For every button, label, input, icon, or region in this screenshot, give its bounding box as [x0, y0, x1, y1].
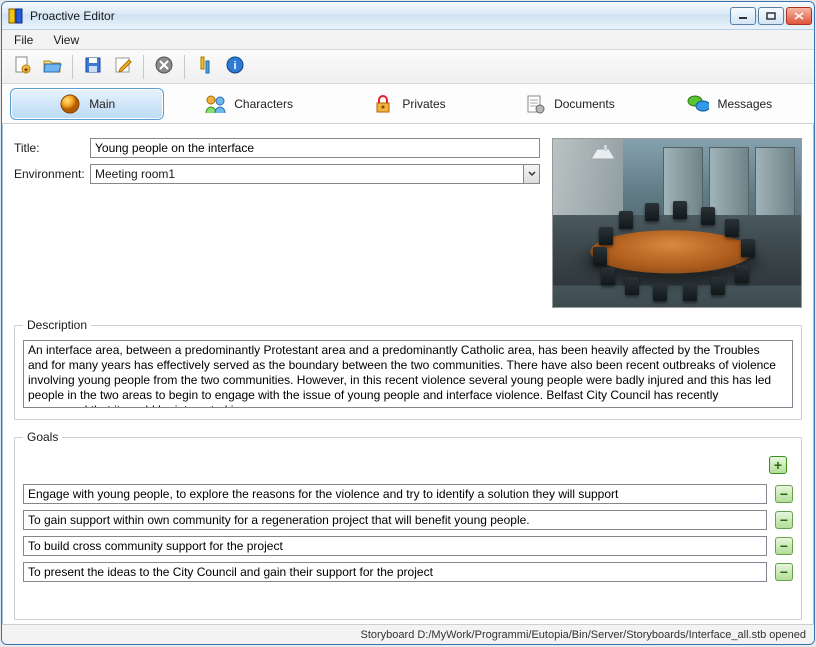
open-button[interactable]	[38, 53, 66, 81]
tab-characters[interactable]: Characters	[172, 88, 324, 120]
tab-label: Main	[89, 97, 115, 111]
app-window: Proactive Editor File View ★ i Main Char…	[1, 1, 815, 645]
people-icon	[204, 93, 226, 115]
tab-label: Messages	[717, 97, 772, 111]
lock-icon	[372, 93, 394, 115]
info-icon: i	[225, 55, 245, 78]
minus-icon: −	[780, 513, 788, 527]
tab-main[interactable]: Main	[10, 88, 164, 120]
svg-text:★: ★	[23, 66, 29, 74]
toolbar-separator	[143, 55, 144, 79]
minimize-button[interactable]	[730, 7, 756, 25]
toolbar-separator	[184, 55, 185, 79]
minus-icon: −	[780, 487, 788, 501]
title-label: Title:	[14, 141, 84, 155]
maximize-button[interactable]	[758, 7, 784, 25]
app-icon	[8, 8, 24, 24]
edit-button[interactable]	[109, 53, 137, 81]
nav-tabs: Main Characters Privates Documents Messa…	[2, 84, 814, 124]
settings-button[interactable]	[191, 53, 219, 81]
new-file-icon: ★	[12, 55, 32, 78]
menu-file[interactable]: File	[6, 31, 41, 49]
minus-icon: −	[780, 539, 788, 553]
toolbar-separator	[72, 55, 73, 79]
chat-icon	[687, 93, 709, 115]
plus-icon: +	[774, 458, 782, 472]
tab-label: Characters	[234, 97, 293, 111]
titlebar: Proactive Editor	[2, 2, 814, 30]
goal-row: −	[23, 562, 793, 582]
toolbar: ★ i	[2, 50, 814, 84]
environment-preview	[552, 138, 802, 308]
tab-label: Privates	[402, 97, 445, 111]
save-button[interactable]	[79, 53, 107, 81]
goal-input[interactable]	[23, 562, 767, 582]
goal-row: −	[23, 484, 793, 504]
goal-row: −	[23, 536, 793, 556]
description-legend: Description	[23, 318, 91, 332]
goal-remove-button[interactable]: −	[775, 511, 793, 529]
goal-input[interactable]	[23, 510, 767, 530]
goal-remove-button[interactable]: −	[775, 563, 793, 581]
tab-documents[interactable]: Documents	[493, 88, 645, 120]
main-content: Title: Environment: Meeting room1	[2, 124, 814, 624]
goals-fieldset: Goals + − − − −	[14, 430, 802, 620]
cancel-icon	[154, 55, 174, 78]
goal-input[interactable]	[23, 536, 767, 556]
chevron-down-icon[interactable]	[523, 165, 539, 183]
goal-input[interactable]	[23, 484, 767, 504]
minus-icon: −	[780, 565, 788, 579]
description-fieldset: Description	[14, 318, 802, 420]
tab-privates[interactable]: Privates	[333, 88, 485, 120]
title-input[interactable]	[90, 138, 540, 158]
goal-row: −	[23, 510, 793, 530]
edit-icon	[113, 55, 133, 78]
document-icon	[524, 93, 546, 115]
status-text: Storyboard D:/MyWork/Programmi/Eutopia/B…	[361, 629, 807, 641]
tab-messages[interactable]: Messages	[654, 88, 806, 120]
menubar: File View	[2, 30, 814, 50]
status-bar: Storyboard D:/MyWork/Programmi/Eutopia/B…	[2, 624, 814, 644]
settings-icon	[195, 55, 215, 78]
folder-open-icon	[42, 55, 62, 78]
window-title: Proactive Editor	[30, 9, 730, 23]
save-icon	[83, 55, 103, 78]
cancel-button[interactable]	[150, 53, 178, 81]
environment-value: Meeting room1	[91, 165, 523, 183]
info-button[interactable]: i	[221, 53, 249, 81]
goal-remove-button[interactable]: −	[775, 537, 793, 555]
description-textarea[interactable]	[23, 340, 793, 408]
new-button[interactable]: ★	[8, 53, 36, 81]
sphere-icon	[59, 93, 81, 115]
environment-combo[interactable]: Meeting room1	[90, 164, 540, 184]
goal-remove-button[interactable]: −	[775, 485, 793, 503]
svg-text:i: i	[233, 60, 236, 72]
close-button[interactable]	[786, 7, 812, 25]
menu-view[interactable]: View	[45, 31, 87, 49]
environment-label: Environment:	[14, 167, 84, 181]
goal-add-button[interactable]: +	[769, 456, 787, 474]
tab-label: Documents	[554, 97, 615, 111]
goals-legend: Goals	[23, 430, 62, 444]
